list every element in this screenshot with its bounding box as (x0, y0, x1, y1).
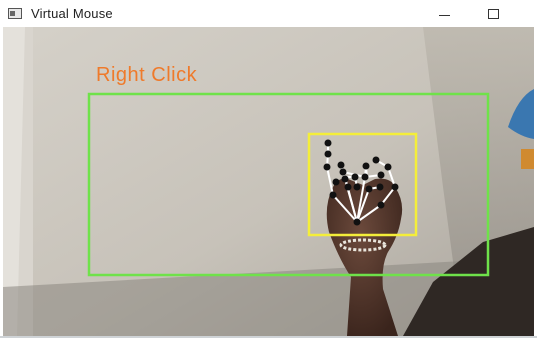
gesture-mode-label: Right Click (96, 64, 198, 86)
landmark-point (323, 163, 331, 171)
landmark-point (377, 201, 385, 209)
landmark-point (365, 185, 373, 193)
person-ear (521, 149, 534, 169)
minimize-button[interactable] (421, 0, 467, 27)
landmark-point (332, 178, 340, 186)
landmark-point (329, 191, 337, 199)
landmark-point (351, 173, 359, 181)
maximize-button[interactable] (470, 0, 516, 27)
landmark-point (353, 183, 361, 191)
minimize-icon (438, 15, 450, 16)
camera-feed: Right Click (3, 27, 534, 336)
landmark-point (339, 168, 347, 176)
landmark-point (324, 139, 332, 147)
maximize-icon (487, 8, 499, 19)
landmark-point (377, 171, 385, 179)
app-window-icon (8, 8, 22, 19)
landmark-point (372, 156, 380, 164)
title-bar[interactable]: Virtual Mouse (0, 0, 537, 27)
landmark-point (391, 183, 399, 191)
landmark-point (376, 183, 384, 191)
landmark-point (337, 161, 345, 169)
window-title: Virtual Mouse (31, 6, 113, 21)
virtual-mouse-window: Virtual Mouse Right Click (0, 0, 537, 338)
landmark-point (362, 162, 370, 170)
landmark-point (361, 173, 369, 181)
landmark-point (353, 218, 361, 226)
landmark-point (324, 150, 332, 158)
landmark-point (344, 183, 352, 191)
landmark-point (384, 163, 392, 171)
camera-scene (3, 27, 534, 336)
landmark-point (341, 175, 349, 183)
